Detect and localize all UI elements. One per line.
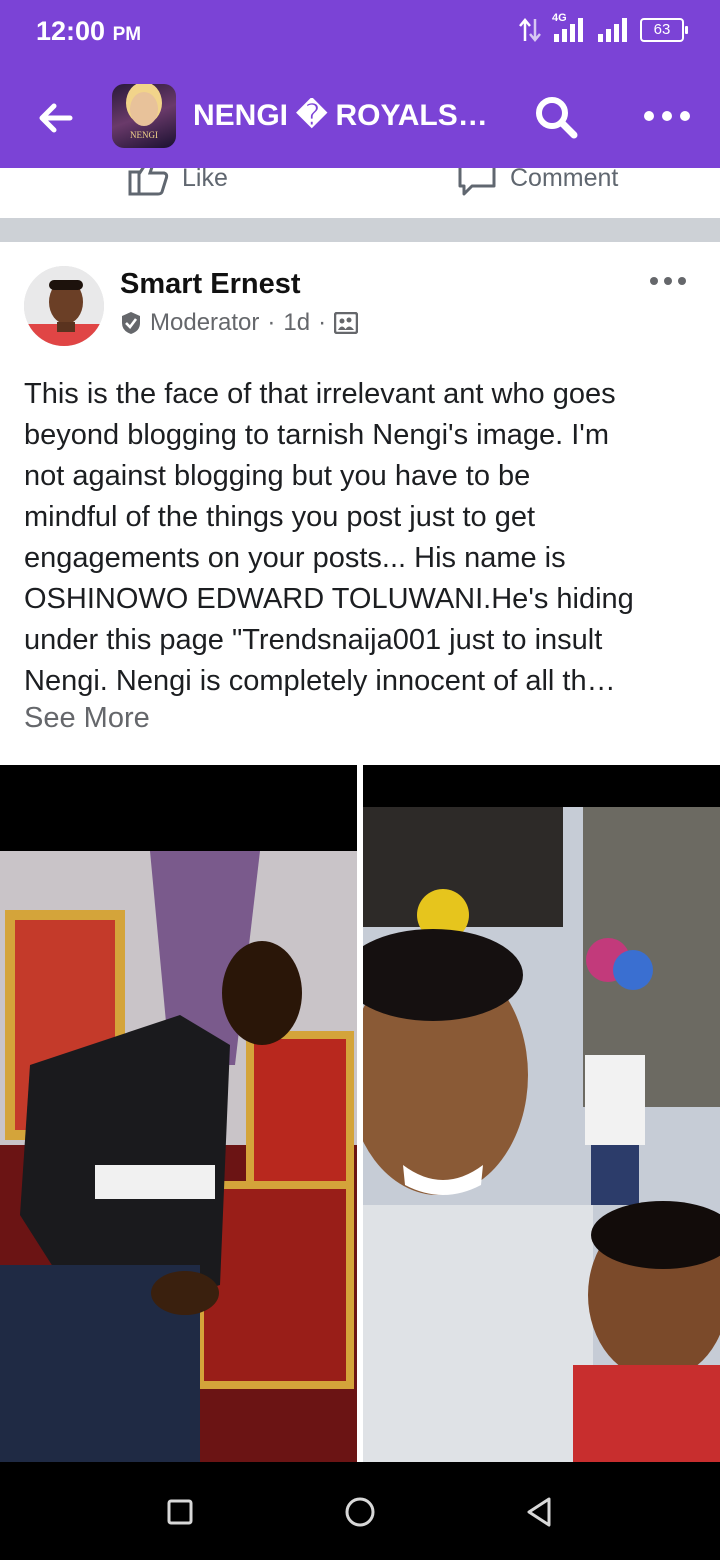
nav-back-icon[interactable] [524, 1496, 554, 1528]
status-bar: 12:00 PM 4G 63 [0, 0, 720, 66]
status-ampm: PM [112, 24, 142, 45]
moderator-badge-icon [122, 312, 140, 334]
post-more-options-icon[interactable] [648, 272, 688, 290]
nav-recents-icon[interactable] [166, 1498, 194, 1526]
post-text-line: OSHINOWO EDWARD TOLUWANI.He's hiding [24, 583, 634, 615]
comment-bubble-icon [458, 168, 496, 196]
author-role: Moderator [150, 309, 260, 336]
app-bar: NENGI NENGI � ROYALS… [0, 66, 720, 168]
post-text-line: engagements on your posts... His name is [24, 542, 566, 574]
photo-man-seated [0, 765, 357, 1465]
signal-bars-icon [598, 18, 627, 42]
post-text-line: Nengi. Nengi is completely innocent of a… [24, 665, 616, 697]
see-more-link[interactable]: See More [24, 702, 150, 735]
post-photo-left[interactable] [0, 765, 357, 1465]
meta-dot-2: · [318, 309, 327, 336]
group-avatar[interactable]: NENGI [112, 84, 176, 148]
post-text: This is the face of that irrelevant ant … [24, 374, 696, 702]
photo-selfie-store [363, 765, 720, 1465]
comment-label: Comment [510, 168, 619, 192]
more-dots-icon[interactable] [642, 106, 692, 126]
system-nav-bar [0, 1462, 720, 1560]
meta-dot-1: · [267, 309, 276, 336]
battery-level: 63 [653, 21, 671, 38]
group-avatar-face [130, 92, 158, 126]
author-avatar[interactable] [24, 266, 104, 346]
post-text-line: beyond blogging to tarnish Nengi's image… [24, 419, 609, 451]
author-name[interactable]: Smart Ernest [120, 268, 301, 301]
status-icons: 4G 63 [518, 12, 688, 44]
group-privacy-icon [334, 312, 359, 334]
status-time: 12:00 PM [36, 16, 141, 47]
search-icon[interactable] [533, 94, 579, 140]
group-title[interactable]: NENGI � ROYALS… [193, 98, 503, 133]
post-text-line: mindful of the things you post just to g… [24, 501, 536, 533]
post-text-line: under this page "Trendsnaija001 just to … [24, 624, 603, 656]
post-text-line: This is the face of that irrelevant ant … [24, 378, 616, 410]
post-meta: Moderator · 1d · [120, 309, 359, 337]
author-avatar-image [24, 266, 104, 346]
comment-button[interactable]: Comment [456, 168, 618, 198]
post-photo-right[interactable] [363, 765, 720, 1465]
post-text-line: not against blogging but you have to be [24, 460, 531, 492]
battery-icon: 63 [640, 18, 688, 42]
group-avatar-text: NENGI [130, 130, 158, 140]
signal-4g-icon: 4G [552, 12, 586, 44]
data-transfer-icon [519, 18, 541, 42]
feed-separator [0, 218, 720, 242]
like-thumb-icon [128, 168, 169, 196]
previous-post-actions: Like Comment [0, 168, 720, 218]
like-button[interactable]: Like [128, 168, 228, 198]
like-label: Like [182, 168, 228, 192]
status-clock: 12:00 [36, 16, 106, 46]
post-time[interactable]: 1d [283, 309, 310, 337]
back-arrow-icon[interactable] [34, 96, 78, 140]
nav-home-icon[interactable] [344, 1496, 376, 1528]
